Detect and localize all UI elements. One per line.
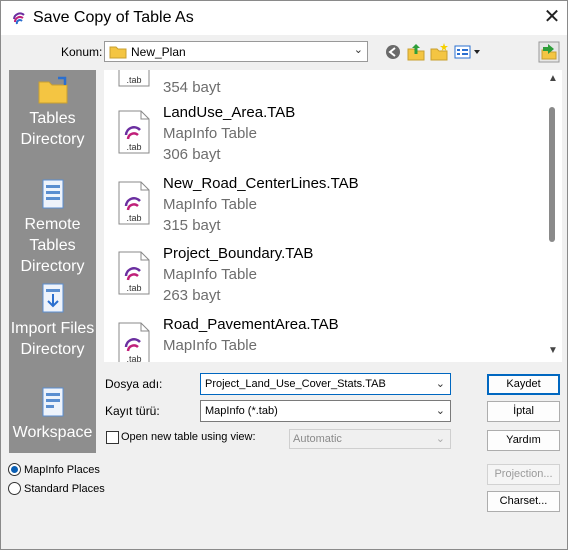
scroll-down-icon[interactable]: ▼ [548, 345, 558, 356]
place-workspace[interactable]: Workspace [9, 386, 96, 443]
file-item[interactable]: .tab Road_PavementArea.TAB MapInfo Table [112, 316, 532, 362]
folder-icon [109, 46, 127, 59]
file-size: 306 bayt [163, 146, 221, 163]
place-label: Tables Directory [20, 110, 85, 148]
chevron-down-icon[interactable]: ⌄ [436, 404, 445, 417]
place-label: Remote Tables Directory [20, 216, 85, 275]
svg-text:.tab: .tab [126, 142, 141, 152]
view-value: Automatic [293, 433, 342, 445]
open-view-label: Open new table using view: [121, 431, 256, 443]
mapinfo-app-icon [13, 12, 25, 25]
workspace-icon [42, 387, 63, 417]
location-label: Konum: [61, 45, 103, 59]
file-name: Road_PavementArea.TAB [163, 316, 339, 333]
window-title: Save Copy of Table As [33, 9, 194, 26]
file-item[interactable]: .tab 354 bayt [112, 70, 532, 107]
mapinfo-table-file-icon: .tab [118, 251, 150, 295]
chevron-down-icon: ⌄ [353, 44, 363, 56]
scrollbar-thumb[interactable] [549, 107, 555, 242]
file-item[interactable]: .tab New_Road_CenterLines.TAB MapInfo Ta… [112, 175, 532, 245]
place-tables-directory[interactable]: Tables Directory [9, 76, 96, 150]
file-type: MapInfo Table [163, 196, 257, 213]
svg-text:.tab: .tab [126, 213, 141, 223]
place-remote-tables-directory[interactable]: Remote Tables Directory [9, 178, 96, 277]
filetype-select[interactable]: MapInfo (*.tab) ⌄ [200, 400, 451, 422]
filetype-value: MapInfo (*.tab) [205, 405, 278, 417]
filename-input[interactable]: Project_Land_Use_Cover_Stats.TAB ⌄ [200, 373, 451, 395]
filename-label: Dosya adı: [105, 377, 163, 391]
places-bar: Tables Directory Remote Tables Directory… [9, 70, 96, 453]
location-dropdown[interactable]: New_Plan ⌄ [104, 41, 368, 62]
select-dir-icon[interactable] [538, 41, 560, 63]
help-button[interactable]: Yardım [487, 430, 560, 451]
filetype-label: Kayıt türü: [105, 404, 160, 418]
mapinfo-table-file-icon: .tab [118, 322, 150, 362]
file-size: 263 bayt [163, 287, 221, 304]
file-name: New_Road_CenterLines.TAB [163, 175, 359, 192]
file-type: MapInfo Table [163, 125, 257, 142]
svg-text:.tab: .tab [126, 283, 141, 293]
file-size: 315 bayt [163, 217, 221, 234]
import-files-icon [42, 283, 63, 313]
up-folder-icon[interactable] [406, 41, 426, 63]
save-dialog: Save Copy of Table As ✕ Konum: New_Plan … [0, 0, 568, 550]
place-import-files-directory[interactable]: Import Files Directory [9, 282, 96, 360]
location-value: New_Plan [131, 45, 186, 59]
place-label: Import Files Directory [10, 320, 95, 358]
file-name: LandUse_Area.TAB [163, 104, 296, 121]
mapinfo-table-file-icon: .tab [118, 70, 150, 87]
mapinfo-table-file-icon: .tab [118, 181, 150, 225]
projection-button: Projection... [487, 464, 560, 485]
place-label: Workspace [12, 424, 93, 441]
view-menu-icon[interactable] [453, 41, 485, 63]
charset-button[interactable]: Charset... [487, 491, 560, 512]
title-bar: Save Copy of Table As ✕ [1, 1, 567, 35]
standard-places-radio[interactable] [8, 482, 21, 495]
mapinfo-table-file-icon: .tab [118, 110, 150, 154]
save-button[interactable]: Kaydet [487, 374, 560, 395]
view-select: Automatic ⌄ [289, 429, 451, 449]
back-icon[interactable] [383, 41, 403, 63]
mapinfo-places-radio[interactable] [8, 463, 21, 476]
mapinfo-places-label: MapInfo Places [24, 464, 100, 476]
filename-value: Project_Land_Use_Cover_Stats.TAB [205, 378, 386, 390]
new-folder-icon[interactable] [429, 41, 449, 63]
file-item[interactable]: .tab Project_Boundary.TAB MapInfo Table … [112, 245, 532, 315]
scroll-up-icon[interactable]: ▲ [548, 73, 558, 84]
file-list-scrollbar[interactable]: ▲ ▼ [544, 70, 562, 362]
file-size: 354 bayt [163, 79, 221, 96]
open-view-checkbox[interactable] [106, 431, 119, 444]
folder-shortcut-icon [38, 76, 67, 104]
chevron-down-icon: ⌄ [435, 433, 445, 445]
file-name: Project_Boundary.TAB [163, 245, 314, 262]
svg-text:.tab: .tab [126, 354, 141, 362]
file-type: MapInfo Table [163, 266, 257, 283]
remote-tables-icon [42, 179, 63, 209]
file-type: MapInfo Table [163, 337, 257, 354]
standard-places-label: Standard Places [24, 483, 105, 495]
cancel-button[interactable]: İptal [487, 401, 560, 422]
file-list: .tab 354 bayt .tab LandUse_Area.TAB MapI… [104, 70, 562, 362]
svg-text:.tab: .tab [126, 75, 141, 85]
file-item[interactable]: .tab LandUse_Area.TAB MapInfo Table 306 … [112, 104, 532, 174]
chevron-down-icon[interactable]: ⌄ [436, 377, 445, 390]
close-icon[interactable]: ✕ [539, 5, 565, 31]
